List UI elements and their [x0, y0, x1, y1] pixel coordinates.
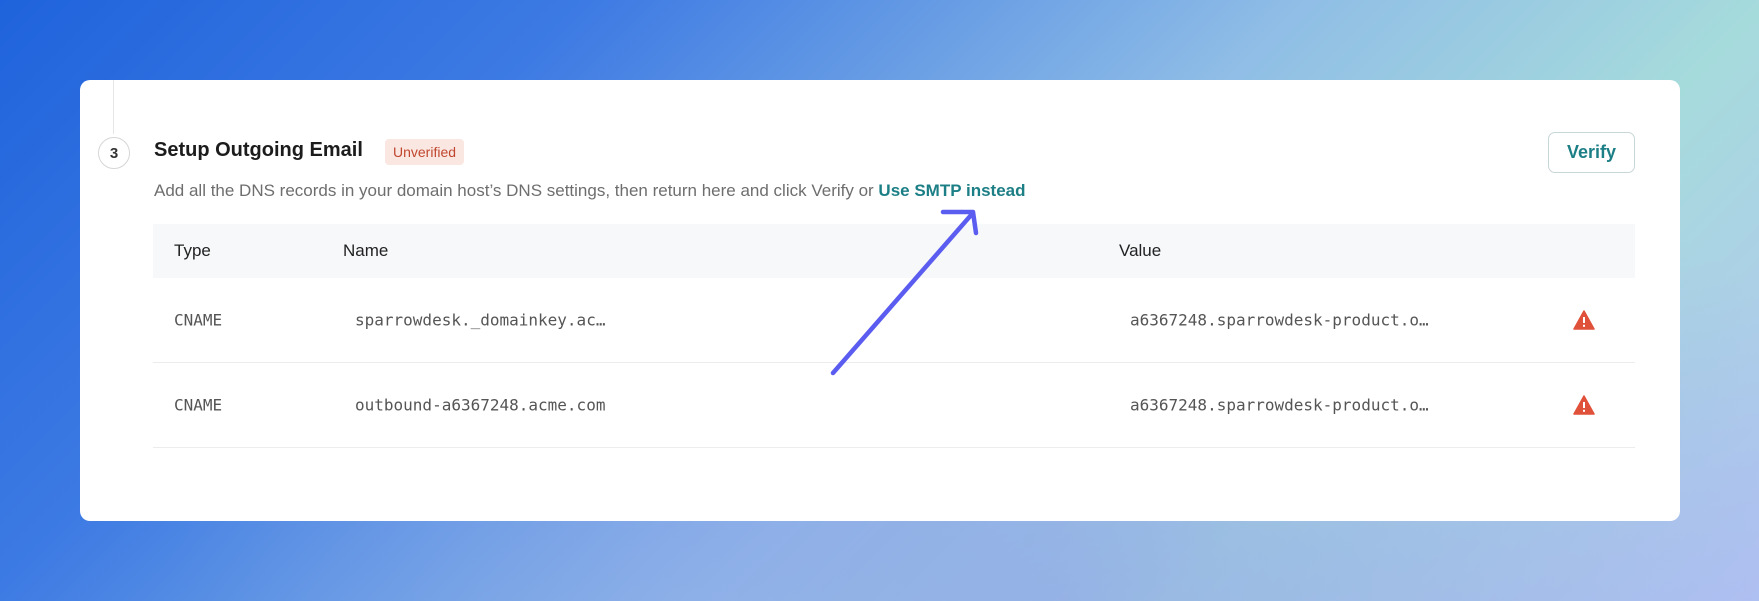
warning-icon[interactable]: [1573, 310, 1595, 330]
warning-icon[interactable]: [1573, 395, 1595, 415]
section-title: Setup Outgoing Email: [154, 139, 363, 161]
table-header: Type Name Value: [153, 224, 1635, 278]
section-description: Add all the DNS records in your domain h…: [154, 181, 1026, 201]
header-value: Value: [1119, 241, 1162, 260]
header-name: Name: [343, 241, 389, 260]
description-text: Add all the DNS records in your domain h…: [154, 181, 879, 200]
step-number: 3: [98, 137, 130, 169]
record-type: CNAME: [174, 310, 223, 330]
header-type: Type: [174, 241, 211, 260]
record-value[interactable]: a6367248.sparrowdesk-product.o…: [1130, 311, 1429, 330]
record-name[interactable]: sparrowdesk._domainkey.ac…: [355, 311, 605, 330]
record-value[interactable]: a6367248.sparrowdesk-product.o…: [1130, 396, 1429, 415]
status-badge: Unverified: [385, 139, 465, 165]
step-connector-line: [113, 80, 114, 134]
table-row: CNAME sparrowdesk._domainkey.ac… a636724…: [153, 278, 1635, 363]
use-smtp-link[interactable]: Use SMTP instead: [878, 181, 1025, 200]
record-type: CNAME: [174, 395, 223, 415]
table-row: CNAME outbound-a6367248.acme.com a636724…: [153, 363, 1635, 448]
verify-button[interactable]: Verify: [1548, 132, 1635, 173]
record-name[interactable]: outbound-a6367248.acme.com: [355, 396, 605, 415]
dns-records-table: Type Name Value CNAME sparrowdesk._domai…: [153, 224, 1635, 448]
